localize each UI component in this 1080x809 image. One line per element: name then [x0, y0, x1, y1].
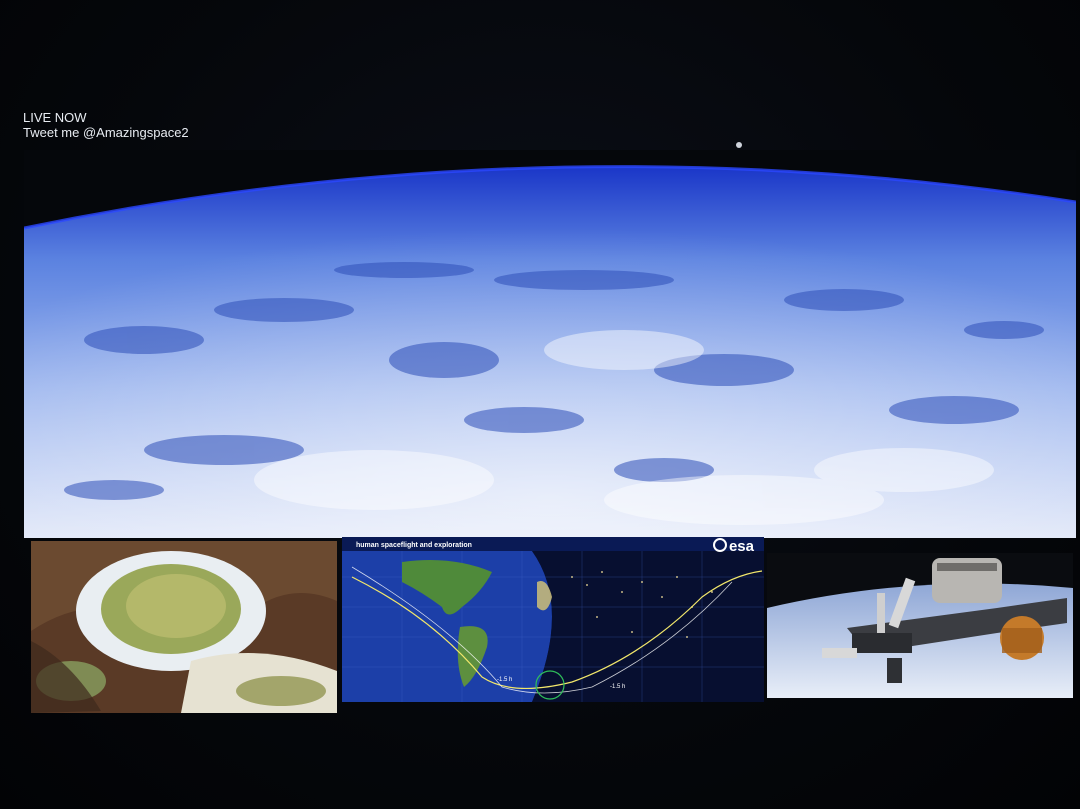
time-mark-left: -1.5 h	[497, 677, 513, 683]
tv-screen: LIVE NOW Tweet me @Amazingspace2 human s…	[0, 0, 1080, 809]
esa-logo-icon	[712, 538, 727, 552]
terrain-image	[31, 541, 337, 713]
esa-logo: esa	[712, 538, 754, 555]
esa-logo-text: esa	[728, 538, 754, 555]
earth-horizon-image	[24, 150, 1076, 538]
main-earth-feed	[24, 150, 1076, 538]
iss-arm-image	[767, 553, 1073, 698]
world-map	[342, 537, 764, 702]
live-now-label: LIVE NOW	[23, 110, 87, 125]
moon-dot	[736, 142, 742, 148]
stream-overlay: LIVE NOW Tweet me @Amazingspace2	[23, 110, 189, 140]
map-title: human spaceflight and exploration	[356, 542, 472, 549]
time-mark-right: -1.5 h	[610, 684, 626, 690]
orbit-map-thumbnail[interactable]: human spaceflight and exploration esa -1…	[342, 537, 764, 702]
terrain-feed-thumbnail[interactable]	[31, 541, 337, 713]
tweet-handle-label: Tweet me @Amazingspace2	[23, 125, 189, 140]
iss-camera-thumbnail[interactable]	[767, 553, 1073, 698]
